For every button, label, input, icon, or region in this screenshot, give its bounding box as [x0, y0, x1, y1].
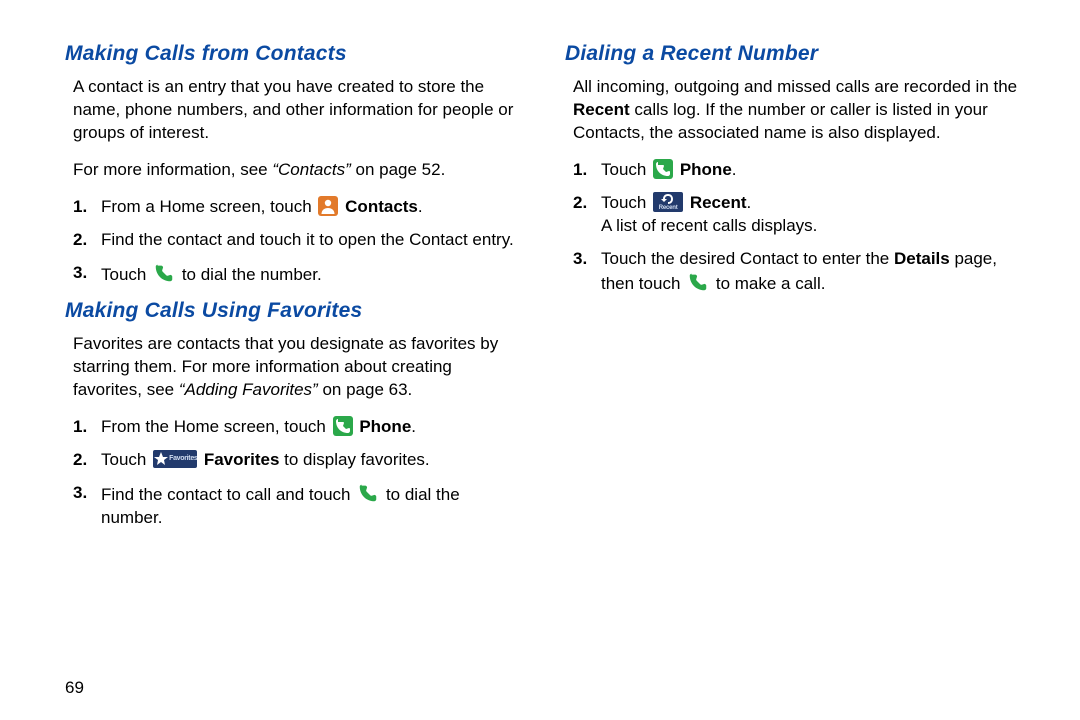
dial-handset-icon [687, 271, 709, 293]
text: . [411, 417, 416, 436]
section-heading-contacts: Making Calls from Contacts [65, 40, 525, 68]
crossref-title: “Contacts” [272, 160, 350, 179]
text: Touch [101, 265, 151, 284]
text: to make a call. [716, 274, 826, 293]
step-number: 2. [73, 229, 101, 252]
left-column: Making Calls from Contacts A contact is … [65, 40, 525, 637]
step-number: 2. [573, 192, 601, 215]
recent-step-2: 2. Touch Recent Recent. A list of recent… [573, 192, 1025, 238]
step-number: 3. [73, 262, 101, 285]
contacts-step-2: 2. Find the contact and touch it to open… [73, 229, 525, 252]
contacts-step-1: 1. From a Home screen, touch Contacts. [73, 196, 525, 219]
step-body: Touch Favorites Favorites to display fav… [101, 449, 525, 472]
text: on page 63. [318, 380, 413, 399]
text: Touch [601, 160, 651, 179]
text: All incoming, outgoing and missed calls … [573, 77, 1017, 96]
step-body: Touch Recent Recent. A list of recent ca… [601, 192, 1025, 238]
step-number: 3. [73, 482, 101, 505]
favorites-badge-text: Favorites [169, 450, 195, 468]
contacts-step-3: 3. Touch to dial the number. [73, 262, 525, 287]
dial-handset-icon [357, 482, 379, 504]
favorites-steps: 1. From the Home screen, touch Phone. 2.… [65, 416, 525, 530]
step-body: From the Home screen, touch Phone. [101, 416, 525, 439]
details-bold: Details [894, 249, 950, 268]
text: calls log. If the number or caller is li… [573, 100, 988, 142]
step-number: 3. [573, 248, 601, 271]
recent-step-3: 3. Touch the desired Contact to enter th… [573, 248, 1025, 296]
phone-label: Phone [359, 417, 411, 436]
contacts-intro: A contact is an entry that you have crea… [65, 76, 525, 145]
recent-follow-text: A list of recent calls displays. [601, 216, 817, 235]
recent-badge-text: Recent [653, 204, 683, 212]
recent-bold: Recent [573, 100, 630, 119]
text: From a Home screen, touch [101, 197, 316, 216]
step-body: Find the contact and touch it to open th… [101, 229, 525, 252]
step-number: 2. [73, 449, 101, 472]
page-number: 69 [65, 637, 1025, 700]
recent-intro: All incoming, outgoing and missed calls … [565, 76, 1025, 145]
favorites-step-2: 2. Touch Favorites Favorites to display … [73, 449, 525, 472]
text: . [732, 160, 737, 179]
step-number: 1. [73, 196, 101, 219]
two-column-layout: Making Calls from Contacts A contact is … [65, 40, 1025, 637]
phone-label: Phone [680, 160, 732, 179]
crossref-post: on page 52. [351, 160, 446, 179]
text: Touch [101, 450, 151, 469]
step-number: 1. [573, 159, 601, 182]
contacts-label: Contacts [345, 197, 418, 216]
text: Touch [601, 193, 651, 212]
phone-app-icon [333, 416, 353, 436]
text: From the Home screen, touch [101, 417, 331, 436]
step-body: Find the contact to call and touch to di… [101, 482, 525, 530]
step-body: Touch the desired Contact to enter the D… [601, 248, 1025, 296]
right-column: Dialing a Recent Number All incoming, ou… [565, 40, 1025, 637]
contacts-steps: 1. From a Home screen, touch Contacts. 2… [65, 196, 525, 287]
crossref-pre: For more information, see [73, 160, 272, 179]
favorites-label: Favorites [204, 450, 280, 469]
contacts-app-icon [318, 196, 338, 216]
text: Find the contact to call and touch [101, 485, 355, 504]
recent-steps: 1. Touch Phone. 2. Touch [565, 159, 1025, 296]
text: to display favorites. [279, 450, 429, 469]
recent-label: Recent [690, 193, 747, 212]
contacts-crossref: For more information, see “Contacts” on … [65, 159, 525, 182]
manual-page: Making Calls from Contacts A contact is … [0, 0, 1080, 720]
crossref-title: “Adding Favorites” [179, 380, 318, 399]
text: Touch the desired Contact to enter the [601, 249, 894, 268]
favorites-intro: Favorites are contacts that you designat… [65, 333, 525, 402]
phone-app-icon [653, 159, 673, 179]
favorites-step-3: 3. Find the contact to call and touch to… [73, 482, 525, 530]
step-body: Touch to dial the number. [101, 262, 525, 287]
favorites-tab-icon: Favorites [153, 450, 197, 468]
text: to dial the number. [182, 265, 322, 284]
step-number: 1. [73, 416, 101, 439]
recent-tab-icon: Recent [653, 192, 683, 212]
favorites-step-1: 1. From the Home screen, touch Phone. [73, 416, 525, 439]
recent-step-1: 1. Touch Phone. [573, 159, 1025, 182]
dial-handset-icon [153, 262, 175, 284]
step-body: Touch Phone. [601, 159, 1025, 182]
text: . [747, 193, 752, 212]
step-body: From a Home screen, touch Contacts. [101, 196, 525, 219]
text: . [418, 197, 423, 216]
section-heading-favorites: Making Calls Using Favorites [65, 297, 525, 325]
section-heading-recent: Dialing a Recent Number [565, 40, 1025, 68]
